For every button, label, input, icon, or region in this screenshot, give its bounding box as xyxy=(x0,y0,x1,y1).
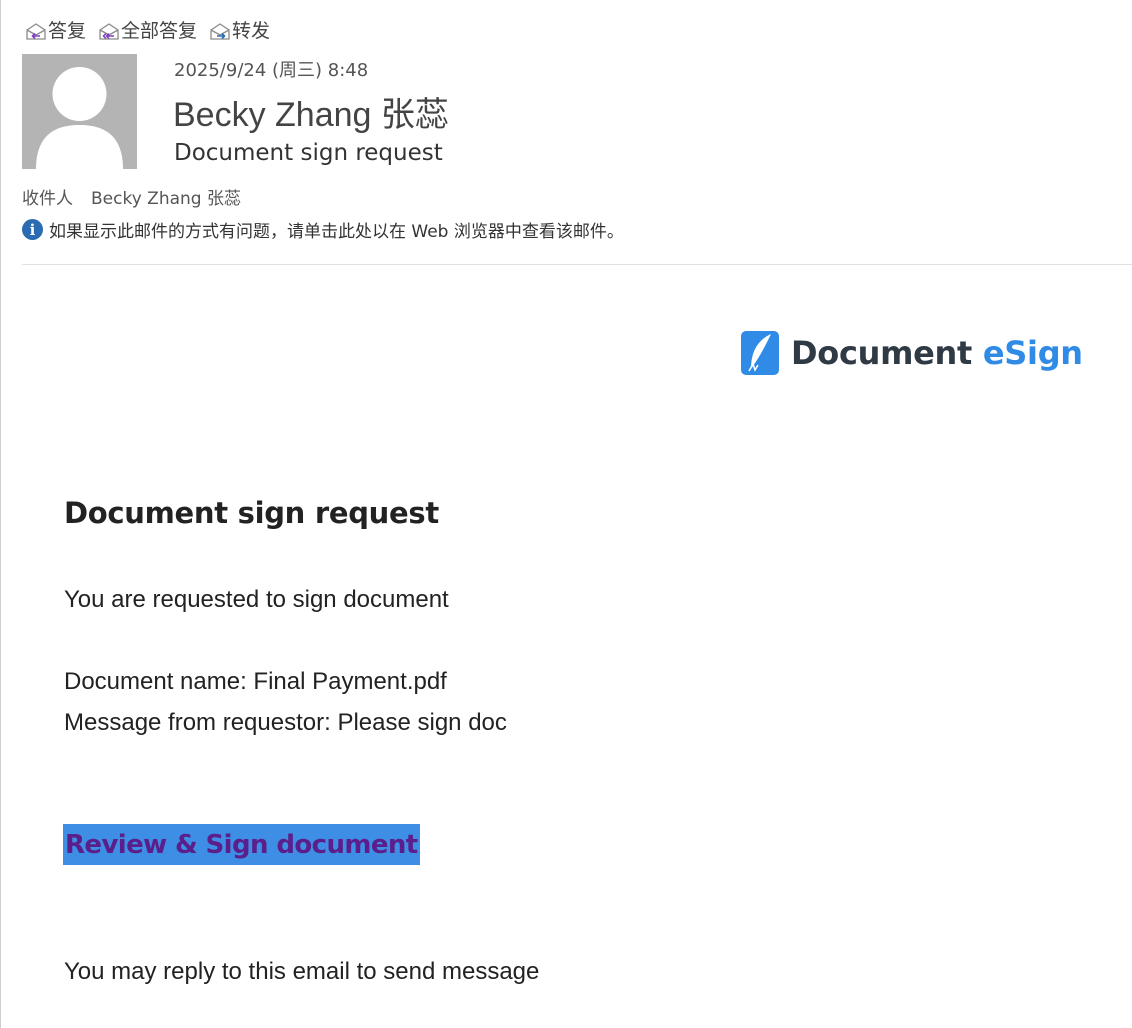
forward-label: 转发 xyxy=(232,20,271,42)
recipient-name[interactable]: Becky Zhang 张蕊 xyxy=(91,184,241,209)
reply-label: 答复 xyxy=(48,20,87,42)
envelope-reply-all-icon xyxy=(99,23,119,40)
person-silhouette-icon xyxy=(36,67,123,169)
review-sign-document-link[interactable]: Review & Sign document xyxy=(63,824,420,865)
document-esign-logo: Document eSign xyxy=(740,329,1083,377)
header-divider xyxy=(22,264,1132,265)
reading-pane-edge xyxy=(0,0,1,1028)
body-heading: Document sign request xyxy=(64,496,439,530)
message-actions-toolbar: 答复 全部答复 转发 xyxy=(25,18,282,44)
envelope-forward-icon xyxy=(210,23,230,40)
logo-word-esign: eSign xyxy=(982,334,1083,372)
reply-all-button[interactable]: 全部答复 xyxy=(98,19,197,43)
view-in-browser-notice[interactable]: i 如果显示此邮件的方式有问题，请单击此处以在 Web 浏览器中查看该邮件。 xyxy=(22,217,624,242)
reply-all-label: 全部答复 xyxy=(121,20,198,42)
info-text: 如果显示此邮件的方式有问题，请单击此处以在 Web 浏览器中查看该邮件。 xyxy=(49,222,624,242)
document-name-text: Document name: Final Payment.pdf xyxy=(64,668,447,695)
forward-button[interactable]: 转发 xyxy=(209,19,270,43)
feather-pen-logo-icon xyxy=(741,331,779,375)
sender-name[interactable]: Becky Zhang 张蕊 xyxy=(173,87,449,136)
review-sign-link-label: Review & Sign document xyxy=(65,829,418,860)
info-icon: i xyxy=(22,219,43,240)
recipient-row: 收件人 Becky Zhang 张蕊 xyxy=(22,184,241,209)
reply-instruction-text: You may reply to this email to send mess… xyxy=(64,958,540,985)
logo-word-document: Document xyxy=(791,334,973,372)
requestor-message-text: Message from requestor: Please sign doc xyxy=(64,709,507,736)
reply-button[interactable]: 答复 xyxy=(25,19,86,43)
request-text: You are requested to sign document xyxy=(64,586,449,613)
to-label: 收件人 xyxy=(22,189,73,209)
avatar xyxy=(22,54,137,169)
sent-date: 2025/9/24 (周三) 8:48 xyxy=(174,60,369,81)
email-subject: Document sign request xyxy=(174,140,443,166)
envelope-reply-icon xyxy=(26,23,46,40)
